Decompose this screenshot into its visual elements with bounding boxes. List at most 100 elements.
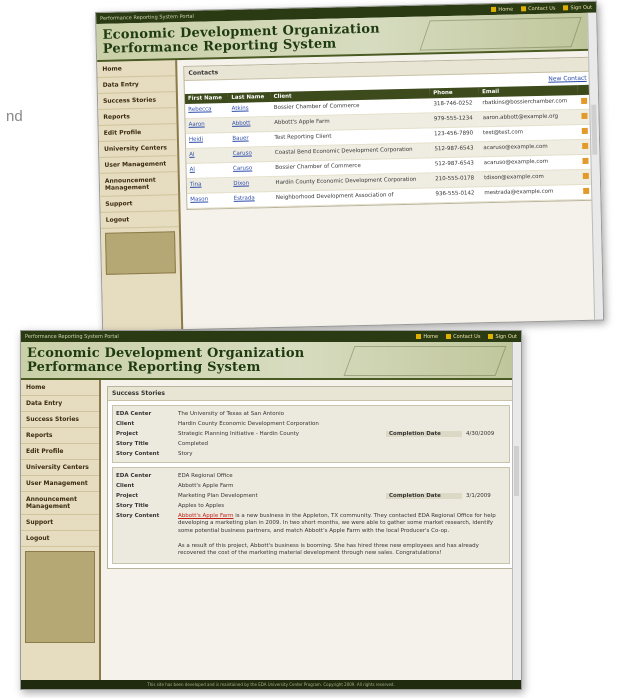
sidebar-item-support[interactable]: Support: [21, 515, 99, 531]
story-project: Strategic Planning Initiative - Hardin C…: [178, 431, 300, 437]
client-link[interactable]: Abbott's Apple Farm: [178, 513, 234, 519]
site-title-line1: Economic Development Organization: [27, 346, 305, 361]
home-icon: [416, 334, 422, 339]
label-story-content: Story Content: [116, 513, 160, 519]
story-content: Story: [178, 451, 193, 457]
sidebar-item-edit-profile[interactable]: Edit Profile: [21, 444, 99, 460]
contact-link[interactable]: Contact Us: [446, 334, 480, 340]
sidebar-item-reports[interactable]: Reports: [98, 108, 177, 126]
scrollbar[interactable]: [512, 342, 521, 689]
last-name-cell[interactable]: Abbott: [228, 116, 272, 133]
phone-cell: 512-987-6543: [431, 141, 481, 158]
sidebar-item-support[interactable]: Support: [100, 195, 179, 213]
edit-icon[interactable]: [581, 127, 588, 134]
first-name-cell[interactable]: Al: [186, 147, 230, 164]
sidebar: Home Data Entry Success Stories Reports …: [97, 60, 184, 331]
last-name-cell[interactable]: Dixon: [230, 176, 273, 193]
edge-text: nd: [6, 108, 23, 125]
story-completion-date: 3/1/2009: [466, 493, 491, 499]
label-eda-center: EDA Center: [116, 473, 152, 479]
label-project: Project: [116, 431, 139, 437]
signout-icon: [488, 334, 494, 339]
signout-link[interactable]: Sign Out: [488, 334, 517, 340]
label-completion-date: Completion Date: [386, 493, 462, 499]
sidebar-item-reports[interactable]: Reports: [21, 428, 99, 444]
phone-cell: 318-746-0252: [430, 97, 480, 113]
client-cell: Neighborhood Development Association of: [272, 187, 433, 207]
label-eda-center: EDA Center: [116, 411, 152, 417]
contacts-window: Performance Reporting System Portal Home…: [95, 0, 605, 332]
edit-icon[interactable]: [581, 112, 588, 119]
phone-cell: 210-555-0178: [432, 171, 482, 188]
phone-cell: 936-555-0142: [432, 186, 482, 203]
sidebar-item-home[interactable]: Home: [97, 60, 176, 78]
header-map-decoration: [419, 16, 582, 51]
sidebar-item-logout[interactable]: Logout: [21, 531, 99, 547]
story-completion-date: 4/30/2009: [466, 431, 495, 437]
sidebar-item-success-stories[interactable]: Success Stories: [97, 92, 177, 110]
last-name-cell[interactable]: Caruso: [229, 161, 273, 178]
edit-icon[interactable]: [582, 172, 589, 179]
home-link[interactable]: Home: [416, 334, 438, 340]
first-name-cell[interactable]: Al: [186, 162, 231, 179]
label-story-title: Story Title: [116, 441, 149, 447]
sidebar-item-announcement-management[interactable]: Announcement Management: [99, 172, 179, 197]
first-name-cell[interactable]: Mason: [187, 192, 231, 209]
home-link[interactable]: Home: [491, 6, 513, 12]
contact-link[interactable]: Contact Us: [521, 5, 556, 12]
sidebar: Home Data Entry Success Stories Reports …: [21, 380, 101, 689]
story-content: Abbott's Apple Farm is a new business in…: [178, 513, 506, 558]
label-client: Client: [116, 421, 135, 427]
phone-cell: 123-456-7890: [431, 126, 481, 143]
story-title: Completed: [178, 441, 208, 447]
first-name-cell[interactable]: Aaron: [185, 117, 230, 134]
phone-cell: 512-987-6543: [431, 156, 481, 173]
story-eda-center: The University of Texas at San Antonio: [178, 411, 284, 417]
first-name-cell[interactable]: Tina: [186, 177, 231, 194]
signout-link[interactable]: Sign Out: [563, 4, 592, 11]
label-project: Project: [116, 493, 139, 499]
edit-icon[interactable]: [583, 187, 590, 194]
signout-icon: [563, 5, 569, 11]
last-name-cell[interactable]: Estrada: [230, 191, 274, 208]
mail-icon: [446, 334, 452, 339]
edit-icon[interactable]: [582, 142, 589, 149]
edit-icon[interactable]: [582, 157, 589, 164]
edit-icon[interactable]: [580, 97, 588, 104]
last-name-cell[interactable]: Bauer: [229, 131, 272, 148]
sidebar-item-user-management[interactable]: User Management: [21, 476, 99, 492]
story-eda-center: EDA Regional Office: [178, 473, 233, 479]
sidebar-item-user-management[interactable]: User Management: [99, 156, 178, 174]
sidebar-item-announcement-management[interactable]: Announcement Management: [21, 492, 99, 515]
first-name-cell[interactable]: Rebecca: [185, 102, 229, 119]
sidebar-item-data-entry[interactable]: Data Entry: [97, 76, 176, 94]
sidebar-item-logout[interactable]: Logout: [100, 211, 179, 229]
label-story-title: Story Title: [116, 503, 149, 509]
contacts-table: First Name Last Name Client Phone Email …: [184, 84, 594, 209]
stories-heading: Success Stories: [108, 387, 514, 401]
last-name-cell[interactable]: Atkins: [228, 102, 272, 118]
mail-icon: [521, 6, 527, 12]
first-name-cell[interactable]: Heidi: [185, 132, 230, 149]
contacts-panel: Contacts New Contact First Name Last Nam…: [183, 56, 595, 210]
stories-panel: Success Stories EDA Center The University…: [107, 386, 515, 569]
footer: This site has been developed and is main…: [21, 680, 521, 689]
sidebar-item-success-stories[interactable]: Success Stories: [21, 412, 99, 428]
story-project: Marketing Plan Development: [178, 493, 258, 499]
sidebar-item-university-centers[interactable]: University Centers: [98, 140, 178, 158]
sidebar-info-box: [25, 551, 95, 643]
story-client: Abbott's Apple Farm: [178, 483, 234, 489]
label-completion-date: Completion Date: [386, 431, 462, 437]
sidebar-item-edit-profile[interactable]: Edit Profile: [98, 124, 177, 142]
story-card: EDA Center EDA Regional Office Client Abbo…: [112, 467, 510, 564]
window-title: Performance Reporting System Portal: [25, 333, 119, 340]
sidebar-item-data-entry[interactable]: Data Entry: [21, 396, 99, 412]
story-client: Hardin County Economic Development Corpo…: [178, 421, 319, 427]
email-cell: mestrada@example.com: [481, 184, 581, 202]
label-story-content: Story Content: [116, 451, 160, 457]
sidebar-item-university-centers[interactable]: University Centers: [21, 460, 99, 476]
sidebar-item-home[interactable]: Home: [21, 380, 99, 396]
last-name-cell[interactable]: Caruso: [229, 146, 273, 163]
site-title-line2: Performance Reporting System: [27, 360, 261, 375]
title-bar: Performance Reporting System Portal Home…: [21, 331, 521, 342]
